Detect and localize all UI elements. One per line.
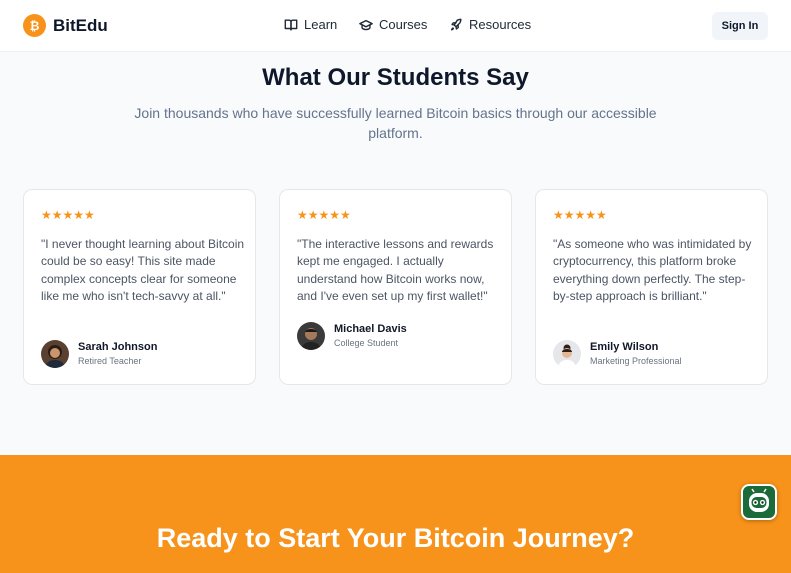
author-role: Retired Teacher: [78, 355, 142, 366]
nav-learn[interactable]: Learn: [284, 17, 337, 32]
rocket-icon: [450, 18, 462, 31]
star-rating-icon: ★★★★★: [41, 208, 95, 222]
author-name: Emily Wilson: [590, 340, 659, 353]
testimonial-author: Emily Wilson Marketing Professional: [553, 340, 682, 368]
avatar: [41, 340, 69, 368]
author-role: Marketing Professional: [590, 355, 682, 366]
nav-resources-label: Resources: [469, 17, 532, 32]
avatar: [553, 340, 581, 368]
testimonials-title: What Our Students Say: [262, 64, 529, 91]
testimonial-card: ★★★★★ "As someone who was intimidated by…: [535, 189, 768, 385]
avatar: [297, 322, 325, 350]
nav-resources[interactable]: Resources: [449, 17, 531, 32]
star-rating-icon: ★★★★★: [553, 208, 607, 222]
sign-in-button[interactable]: Sign In: [712, 12, 768, 40]
testimonial-card: ★★★★★ "I never thought learning about Bi…: [23, 189, 256, 385]
book-icon: [284, 18, 298, 31]
graduation-cap-icon: [359, 19, 373, 30]
assistant-button[interactable]: [741, 484, 777, 520]
testimonial-author: Sarah Johnson Retired Teacher: [41, 340, 157, 368]
testimonials-subtitle: Join thousands who have successfully lea…: [134, 105, 657, 141]
cta-section: Ready to Start Your Bitcoin Journey?: [0, 455, 791, 573]
star-rating-icon: ★★★★★: [297, 208, 351, 222]
nav-courses-label: Courses: [379, 17, 428, 32]
testimonial-author: Michael Davis College Student: [297, 322, 407, 350]
author-name: Michael Davis: [334, 322, 407, 335]
nav-courses[interactable]: Courses: [359, 17, 427, 32]
bitcoin-logo-icon: ₿: [23, 14, 46, 37]
brand-name: BitEdu: [53, 15, 108, 35]
cta-title: Ready to Start Your Bitcoin Journey?: [156, 523, 635, 553]
site-header: ₿ BitEdu Learn Courses Resources Sign In: [0, 0, 791, 52]
robot-icon: [749, 488, 769, 512]
author-role: College Student: [334, 337, 399, 348]
nav-learn-label: Learn: [304, 17, 338, 32]
testimonial-quote: "The interactive lessons and rewards kep…: [297, 237, 494, 303]
testimonial-quote: "I never thought learning about Bitcoin …: [41, 237, 245, 303]
author-name: Sarah Johnson: [78, 340, 158, 353]
testimonial-card: ★★★★★ "The interactive lessons and rewar…: [279, 189, 512, 385]
testimonial-quote: "As someone who was intimidated by crypt…: [553, 237, 752, 303]
brand-logo[interactable]: ₿ BitEdu: [23, 14, 108, 37]
